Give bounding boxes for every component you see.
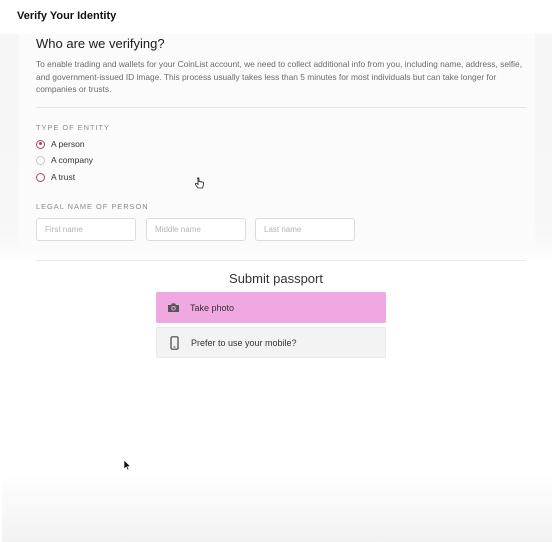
pointer-cursor-icon bbox=[194, 177, 205, 192]
intro-text: To enable trading and wallets for your C… bbox=[36, 59, 523, 95]
arrow-cursor-icon bbox=[123, 459, 132, 474]
take-photo-label: Take photo bbox=[190, 302, 235, 313]
use-mobile-button[interactable]: Prefer to use your mobile? bbox=[156, 327, 386, 358]
camera-icon bbox=[156, 302, 190, 313]
radio-button-checked[interactable] bbox=[36, 139, 45, 149]
entity-type-label: TYPE OF ENTITY bbox=[36, 123, 110, 132]
mobile-phone-icon bbox=[157, 335, 191, 350]
panel-fade bbox=[0, 246, 552, 264]
radio-label: A company bbox=[51, 155, 94, 165]
radio-option-company[interactable]: A company bbox=[36, 155, 93, 165]
divider bbox=[36, 107, 526, 108]
last-name-input[interactable] bbox=[255, 218, 355, 241]
legal-name-label: LEGAL NAME OF PERSON bbox=[36, 202, 149, 211]
radio-option-person[interactable]: A person bbox=[36, 139, 85, 149]
window-title: Verify Your Identity bbox=[17, 10, 117, 22]
radio-label: A trust bbox=[51, 172, 76, 182]
radio-button[interactable] bbox=[36, 172, 45, 182]
middle-name-input[interactable] bbox=[146, 218, 246, 241]
take-photo-button[interactable]: Take photo bbox=[156, 292, 386, 323]
passport-title: Submit passport bbox=[229, 271, 323, 286]
radio-button[interactable] bbox=[36, 155, 45, 165]
first-name-input[interactable] bbox=[36, 218, 136, 241]
divider bbox=[36, 260, 526, 261]
radio-option-trust[interactable]: A trust bbox=[36, 172, 75, 182]
section-heading: Who are we verifying? bbox=[36, 36, 165, 51]
radio-label: A person bbox=[51, 139, 85, 149]
use-mobile-label: Prefer to use your mobile? bbox=[191, 337, 297, 348]
window-title-bar: Verify Your Identity bbox=[0, 0, 552, 34]
